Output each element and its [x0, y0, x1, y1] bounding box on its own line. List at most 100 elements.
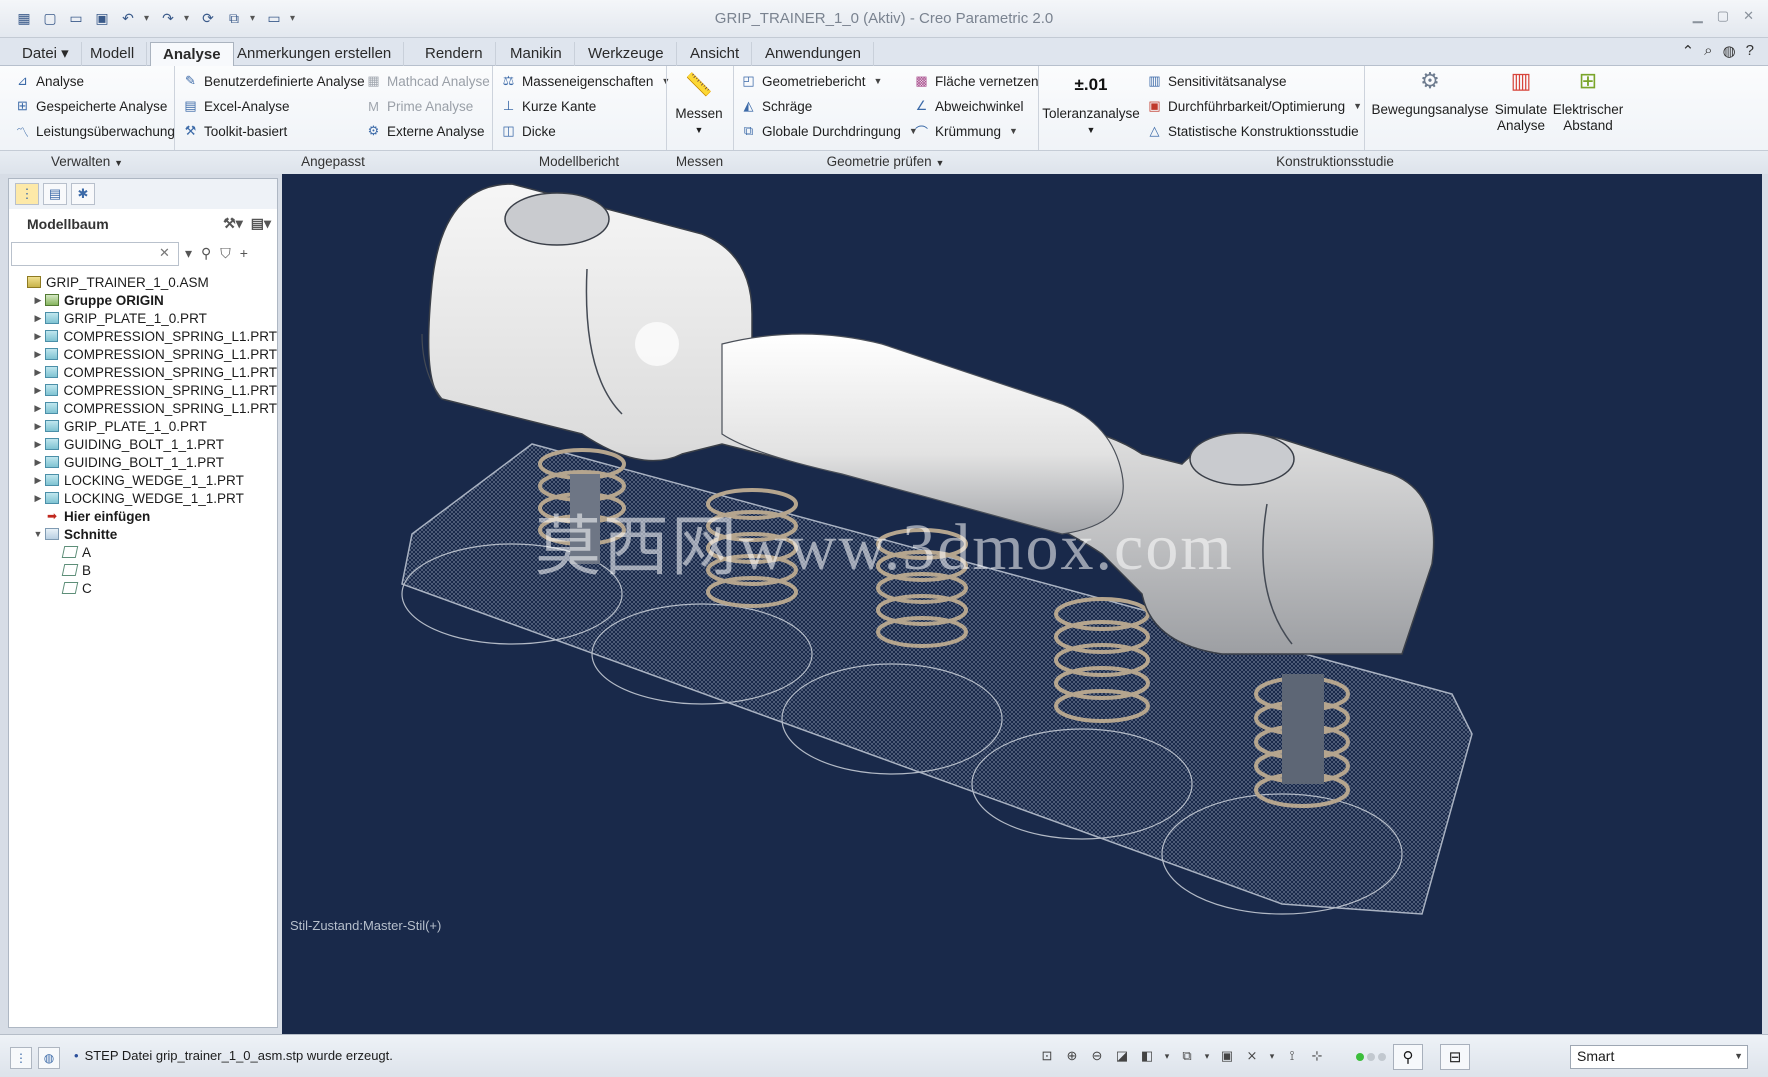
short-edge-button[interactable]: ⊥ Kurze Kante	[500, 95, 596, 117]
browser-toggle-icon[interactable]: ◍	[38, 1047, 60, 1069]
expand-arrow-icon[interactable]: ▶	[31, 475, 45, 486]
tab-manikin[interactable]: Manikin	[498, 42, 575, 66]
show-columns-icon[interactable]: ▤▾	[251, 215, 271, 232]
tab-werkzeuge[interactable]: Werkzeuge	[576, 42, 677, 66]
tolerance-analysis-button[interactable]: ±.01 Toleranzanalyse ▼	[1042, 68, 1140, 138]
expand-arrow-icon[interactable]: ▶	[31, 331, 45, 342]
community-icon[interactable]: ◍	[1723, 42, 1736, 60]
tab-ansicht[interactable]: Ansicht	[678, 42, 753, 66]
tree-item[interactable]: ▶ GRIP_PLATE_1_0.PRT	[9, 309, 277, 327]
prime-analysis-button[interactable]: Μ Prime Analyse	[365, 95, 473, 117]
tree-item[interactable]: C	[9, 579, 277, 597]
tree-item[interactable]: ▶ COMPRESSION_SPRING_L1.PRT	[9, 363, 277, 381]
mathcad-analysis-button[interactable]: ▦ Mathcad Analyse	[365, 70, 489, 92]
spin-center-icon[interactable]: ⊹	[1308, 1047, 1326, 1065]
expand-arrow-icon[interactable]: ▶	[31, 367, 45, 378]
help-icon[interactable]: ?	[1746, 42, 1754, 60]
motion-analysis-button[interactable]: ⚙ Bewegungsanalyse	[1370, 64, 1490, 118]
group-verwalten[interactable]: Verwalten ▼	[0, 154, 174, 169]
refit-icon[interactable]: ⊡	[1038, 1047, 1056, 1065]
tree-item[interactable]: ▼ Schnitte	[9, 525, 277, 543]
deviation-angle-button[interactable]: ∠ Abweichwinkel	[913, 95, 1024, 117]
tree-item[interactable]: ▶ GRIP_PLATE_1_0.PRT	[9, 417, 277, 435]
feasibility-button[interactable]: ▣ Durchführbarkeit/Optimierung ▼	[1146, 95, 1362, 117]
tab-anwendungen[interactable]: Anwendungen	[753, 42, 874, 66]
tab-rendern[interactable]: Rendern	[413, 42, 496, 66]
expand-arrow-icon[interactable]: ▶	[31, 295, 45, 306]
mass-properties-button[interactable]: ⚖Masseneigenschaften▼	[500, 70, 671, 92]
collapse-arrow-icon[interactable]: ▼	[31, 529, 45, 539]
find-icon[interactable]: ⚲	[1393, 1044, 1423, 1070]
expand-arrow-icon[interactable]: ▶	[31, 313, 45, 324]
thickness-button[interactable]: ◫ Dicke	[500, 120, 555, 142]
tree-item[interactable]: A	[9, 543, 277, 561]
filter-icon[interactable]: ⛉	[220, 245, 231, 262]
tab-modell[interactable]: Modell	[78, 42, 148, 66]
graphics-viewport[interactable]: 莫西网www.3dmox.com Stil-Zustand:Master-Sti…	[282, 174, 1762, 1034]
datum-display-icon[interactable]: ⨯	[1243, 1047, 1261, 1065]
expand-arrow-icon[interactable]: ▶	[31, 457, 45, 468]
electrical-clearance-button[interactable]: ⊞ Elektrischer Abstand	[1552, 64, 1624, 134]
sensitivity-analysis-button[interactable]: ▥ Sensitivitätsanalyse	[1146, 70, 1286, 92]
draft-button[interactable]: ◭ Schräge	[740, 95, 813, 117]
tree-item[interactable]: ▶ COMPRESSION_SPRING_L1.PRT	[9, 327, 277, 345]
global-interference-button[interactable]: ⧉ Globale Durchdringung ▼	[740, 120, 918, 142]
performance-monitor-button[interactable]: 〽 Leistungsüberwachung	[14, 120, 175, 142]
display-style-dropdown-icon[interactable]: ▾	[1163, 1047, 1171, 1065]
expand-arrow-icon[interactable]: ▶	[31, 421, 45, 432]
expand-arrow-icon[interactable]: ▶	[31, 403, 45, 414]
excel-analysis-button[interactable]: ▤ Excel-Analyse	[182, 95, 289, 117]
tree-item[interactable]: ▶ Gruppe ORIGIN	[9, 291, 277, 309]
saved-orientations-icon[interactable]: ⧉	[1178, 1047, 1196, 1065]
toolkit-button[interactable]: ⚒ Toolkit-basiert	[182, 120, 288, 142]
zoom-out-icon[interactable]: ⊖	[1088, 1047, 1106, 1065]
tree-item[interactable]: ▶ COMPRESSION_SPRING_L1.PRT	[9, 399, 277, 417]
collapse-ribbon-icon[interactable]: ⌃	[1682, 42, 1695, 60]
model-tree-tab-icon[interactable]: ⋮	[15, 183, 39, 205]
tree-item[interactable]: ▶ COMPRESSION_SPRING_L1.PRT	[9, 381, 277, 399]
simulate-analysis-button[interactable]: ▥ Simulate Analyse	[1492, 64, 1550, 134]
geometry-report-button[interactable]: ◰ Geometriebericht ▼	[740, 70, 882, 92]
favorites-tab-icon[interactable]: ✱	[71, 183, 95, 205]
selection-filter-icon[interactable]: ⊟	[1440, 1044, 1470, 1070]
saved-analysis-button[interactable]: ⊞ Gespeicherte Analyse	[14, 95, 167, 117]
tree-item[interactable]: ▶ GUIDING_BOLT_1_1.PRT	[9, 435, 277, 453]
custom-analysis-button[interactable]: ✎ Benutzerdefinierte Analyse	[182, 70, 365, 92]
folder-browser-tab-icon[interactable]: ▤	[43, 183, 67, 205]
display-style-icon[interactable]: ◧	[1138, 1047, 1156, 1065]
expand-arrow-icon[interactable]: ▶	[31, 439, 45, 450]
saved-orientations-dropdown-icon[interactable]: ▾	[1203, 1047, 1211, 1065]
zoom-in-icon[interactable]: ⊕	[1063, 1047, 1081, 1065]
tab-anmerkungen-erstellen[interactable]: Anmerkungen erstellen	[225, 42, 405, 66]
add-icon[interactable]: +	[240, 245, 248, 262]
minimize-icon[interactable]: ▁	[1693, 8, 1703, 24]
close-icon[interactable]: ✕	[1743, 8, 1754, 24]
tree-item[interactable]: B	[9, 561, 277, 579]
measure-button[interactable]: 📏 Messen ▼	[670, 68, 728, 138]
tree-item[interactable]: ▶ COMPRESSION_SPRING_L1.PRT	[9, 345, 277, 363]
mesh-surface-button[interactable]: ▩ Fläche vernetzen	[913, 70, 1038, 92]
selection-filter-select[interactable]: Smart ▼	[1570, 1045, 1748, 1069]
statistical-study-button[interactable]: △ Statistische Konstruktionsstudie	[1146, 120, 1359, 142]
tab-datei[interactable]: Datei ▾	[10, 42, 82, 66]
tree-item[interactable]: GRIP_TRAINER_1_0.ASM	[9, 273, 277, 291]
annotation-display-icon[interactable]: ⟟	[1283, 1047, 1301, 1065]
tree-search-input[interactable]	[11, 242, 179, 266]
clear-search-icon[interactable]: ✕	[159, 245, 170, 261]
expand-arrow-icon[interactable]: ▶	[31, 385, 45, 396]
curvature-button[interactable]: ⌒ Krümmung ▼	[913, 120, 1018, 142]
view-manager-icon[interactable]: ▣	[1218, 1047, 1236, 1065]
tree-item[interactable]: ▶ LOCKING_WEDGE_1_1.PRT	[9, 471, 277, 489]
datum-display-dropdown-icon[interactable]: ▾	[1268, 1047, 1276, 1065]
expand-arrow-icon[interactable]: ▶	[31, 349, 45, 360]
analyse-button[interactable]: ⊿ Analyse	[14, 70, 84, 92]
tab-analyse[interactable]: Analyse	[150, 42, 234, 66]
tree-item[interactable]: ▶ GUIDING_BOLT_1_1.PRT	[9, 453, 277, 471]
expand-arrow-icon[interactable]: ▶	[31, 493, 45, 504]
tree-item[interactable]: ▶ LOCKING_WEDGE_1_1.PRT	[9, 489, 277, 507]
search-dropdown-icon[interactable]: ▾	[185, 245, 192, 262]
repaint-icon[interactable]: ◪	[1113, 1047, 1131, 1065]
binoculars-icon[interactable]: ⚲	[201, 245, 211, 262]
search-icon[interactable]: ⌕	[1704, 42, 1712, 60]
maximize-icon[interactable]: ▢	[1717, 8, 1729, 24]
